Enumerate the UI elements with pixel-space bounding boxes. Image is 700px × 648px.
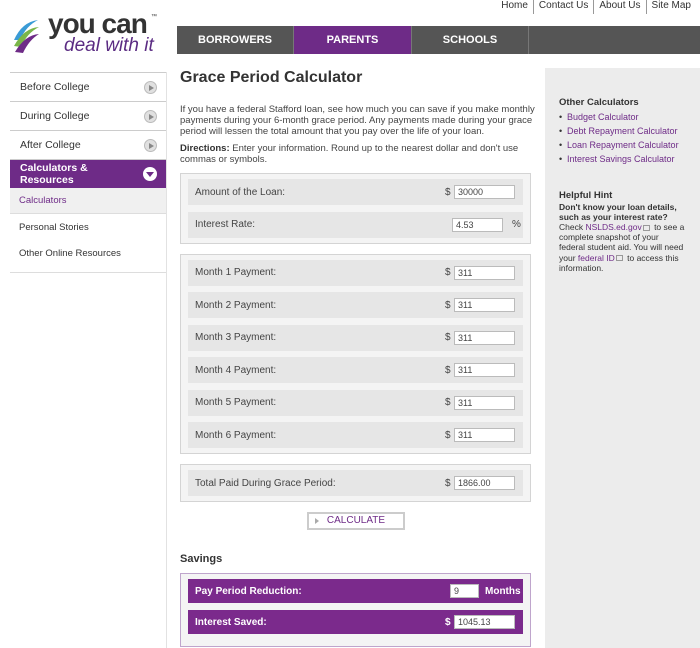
other-calculators-heading: Other Calculators <box>559 97 639 108</box>
interest-rate-input[interactable] <box>452 217 503 232</box>
payments-group: Month 1 Payment: $ Month 2 Payment: $ Mo… <box>180 253 531 454</box>
savings-heading: Savings <box>180 553 223 565</box>
sidebar-item-label: During College <box>20 110 90 122</box>
interest-savings-calculator-link[interactable]: Interest Savings Calculator <box>559 152 686 166</box>
sidebar-item-label: Calculators & Resources <box>20 162 88 186</box>
loan-repayment-calculator-link[interactable]: Loan Repayment Calculator <box>559 138 686 152</box>
currency-symbol: $ <box>445 267 451 278</box>
right-sidebar: Other Calculators Budget Calculator Debt… <box>545 68 700 648</box>
payment-row: Month 5 Payment: $ <box>188 389 523 416</box>
payment-row: Month 6 Payment: $ <box>188 422 523 448</box>
currency-symbol: $ <box>445 364 451 376</box>
play-arrow-icon <box>315 518 319 524</box>
percent-symbol: % <box>512 219 521 230</box>
main-content: Grace Period Calculator If you have a fe… <box>180 68 535 647</box>
sidebar-separator <box>166 72 167 648</box>
nslds-link[interactable]: NSLDS.ed.gov <box>585 222 641 232</box>
helpful-hint-question: Don't know your loan details, such as yo… <box>559 202 677 222</box>
pay-period-reduction-row: Pay Period Reduction: Months <box>188 579 523 603</box>
logo-swoosh-icon <box>14 20 39 53</box>
month-5-payment-input[interactable] <box>454 395 515 410</box>
loan-amount-row: Amount of the Loan: $ <box>188 179 523 205</box>
external-link-icon <box>642 224 650 231</box>
directions-label: Directions: <box>180 143 230 154</box>
sidebar-item-during-college[interactable]: During College <box>10 101 167 130</box>
currency-symbol: $ <box>445 616 451 628</box>
other-calculators-list: Budget Calculator Debt Repayment Calcula… <box>559 110 686 166</box>
subnav-item-calculators[interactable]: Calculators <box>10 188 167 214</box>
payment-row: Month 4 Payment: $ <box>188 357 523 383</box>
federal-id-link[interactable]: federal ID <box>578 253 615 263</box>
top-navigation: BORROWERS PARENTS SCHOOLS <box>177 26 700 54</box>
tab-borrowers[interactable]: BORROWERS <box>177 26 294 54</box>
month-2-payment-input[interactable] <box>454 298 515 312</box>
month-3-payment-input[interactable] <box>454 330 515 345</box>
intro-text: If you have a federal Stafford loan, see… <box>180 104 535 137</box>
pay-period-reduction-field[interactable] <box>450 584 479 598</box>
logo-text-deal-with-it: deal with it <box>64 35 154 56</box>
total-paid-field[interactable] <box>454 476 515 490</box>
payment-row: Month 3 Payment: $ <box>188 324 523 351</box>
savings-group: Pay Period Reduction: Months Interest Sa… <box>180 573 531 647</box>
payment-row: Month 2 Payment: $ <box>188 292 523 318</box>
site-map-link[interactable]: Site Map <box>645 0 696 14</box>
interest-saved-label: Interest Saved: <box>195 616 267 628</box>
sidebar-item-after-college[interactable]: After College <box>10 130 167 159</box>
arrow-down-icon <box>143 167 157 181</box>
page-title: Grace Period Calculator <box>180 69 363 86</box>
calculate-label: CALCULATE <box>326 515 386 526</box>
currency-symbol: $ <box>445 299 451 311</box>
logo-trademark: ™ <box>151 14 157 20</box>
debt-repayment-calculator-link[interactable]: Debt Repayment Calculator <box>559 124 686 138</box>
helpful-hint-heading: Helpful Hint <box>559 190 613 201</box>
site-logo[interactable]: you can ™ deal with it <box>10 8 160 56</box>
total-paid-row: Total Paid During Grace Period: $ <box>188 470 523 496</box>
currency-symbol: $ <box>445 186 451 198</box>
calculate-button[interactable]: CALCULATE <box>307 512 405 530</box>
hint-text: Check <box>559 222 586 232</box>
month-1-payment-input[interactable] <box>454 265 515 280</box>
sidebar-item-before-college[interactable]: Before College <box>10 72 167 101</box>
directions-body: Enter your information. Round up to the … <box>180 143 519 165</box>
sidebar-item-label: Before College <box>20 81 90 93</box>
directions-text: Directions: Enter your information. Roun… <box>180 143 535 165</box>
arrow-right-icon <box>144 109 157 123</box>
interest-saved-field[interactable] <box>454 615 515 629</box>
interest-rate-row: Interest Rate: % <box>188 211 523 238</box>
currency-symbol: $ <box>445 332 451 343</box>
utility-links: Home Contact Us About Us Site Map <box>496 0 696 14</box>
contact-us-link[interactable]: Contact Us <box>532 0 593 14</box>
about-us-link[interactable]: About Us <box>593 0 645 14</box>
months-unit: Months <box>485 585 521 597</box>
currency-symbol: $ <box>445 429 451 441</box>
month-4-payment-input[interactable] <box>454 363 515 377</box>
interest-saved-row: Interest Saved: $ <box>188 610 523 634</box>
external-link-icon <box>615 255 623 262</box>
budget-calculator-link[interactable]: Budget Calculator <box>559 110 686 124</box>
arrow-right-icon <box>144 80 157 94</box>
currency-symbol: $ <box>445 397 451 408</box>
sidebar-divider <box>10 272 167 273</box>
sidebar-item-calculators-resources[interactable]: Calculators & Resources <box>10 159 167 188</box>
logo-text-you-can: you can <box>48 8 148 39</box>
pay-period-reduction-label: Pay Period Reduction: <box>195 585 302 597</box>
tab-parents[interactable]: PARENTS <box>294 26 412 54</box>
payment-row: Month 1 Payment: $ <box>188 259 523 286</box>
currency-symbol: $ <box>445 477 451 489</box>
loan-amount-input[interactable] <box>454 185 515 199</box>
total-group: Total Paid During Grace Period: $ <box>180 464 531 502</box>
tab-schools[interactable]: SCHOOLS <box>412 26 529 54</box>
left-sidebar: Before College During College After Coll… <box>10 72 167 266</box>
helpful-hint-body: Check NSLDS.ed.gov to see a complete sna… <box>559 222 686 273</box>
subnav-item-personal-stories[interactable]: Personal Stories <box>10 214 167 240</box>
sidebar-item-label: After College <box>20 139 81 151</box>
arrow-right-icon <box>144 138 157 152</box>
month-6-payment-input[interactable] <box>454 428 515 442</box>
home-link[interactable]: Home <box>496 0 533 14</box>
loan-inputs-group: Amount of the Loan: $ Interest Rate: % <box>180 173 531 244</box>
subnav-item-other-online-resources[interactable]: Other Online Resources <box>10 240 167 266</box>
